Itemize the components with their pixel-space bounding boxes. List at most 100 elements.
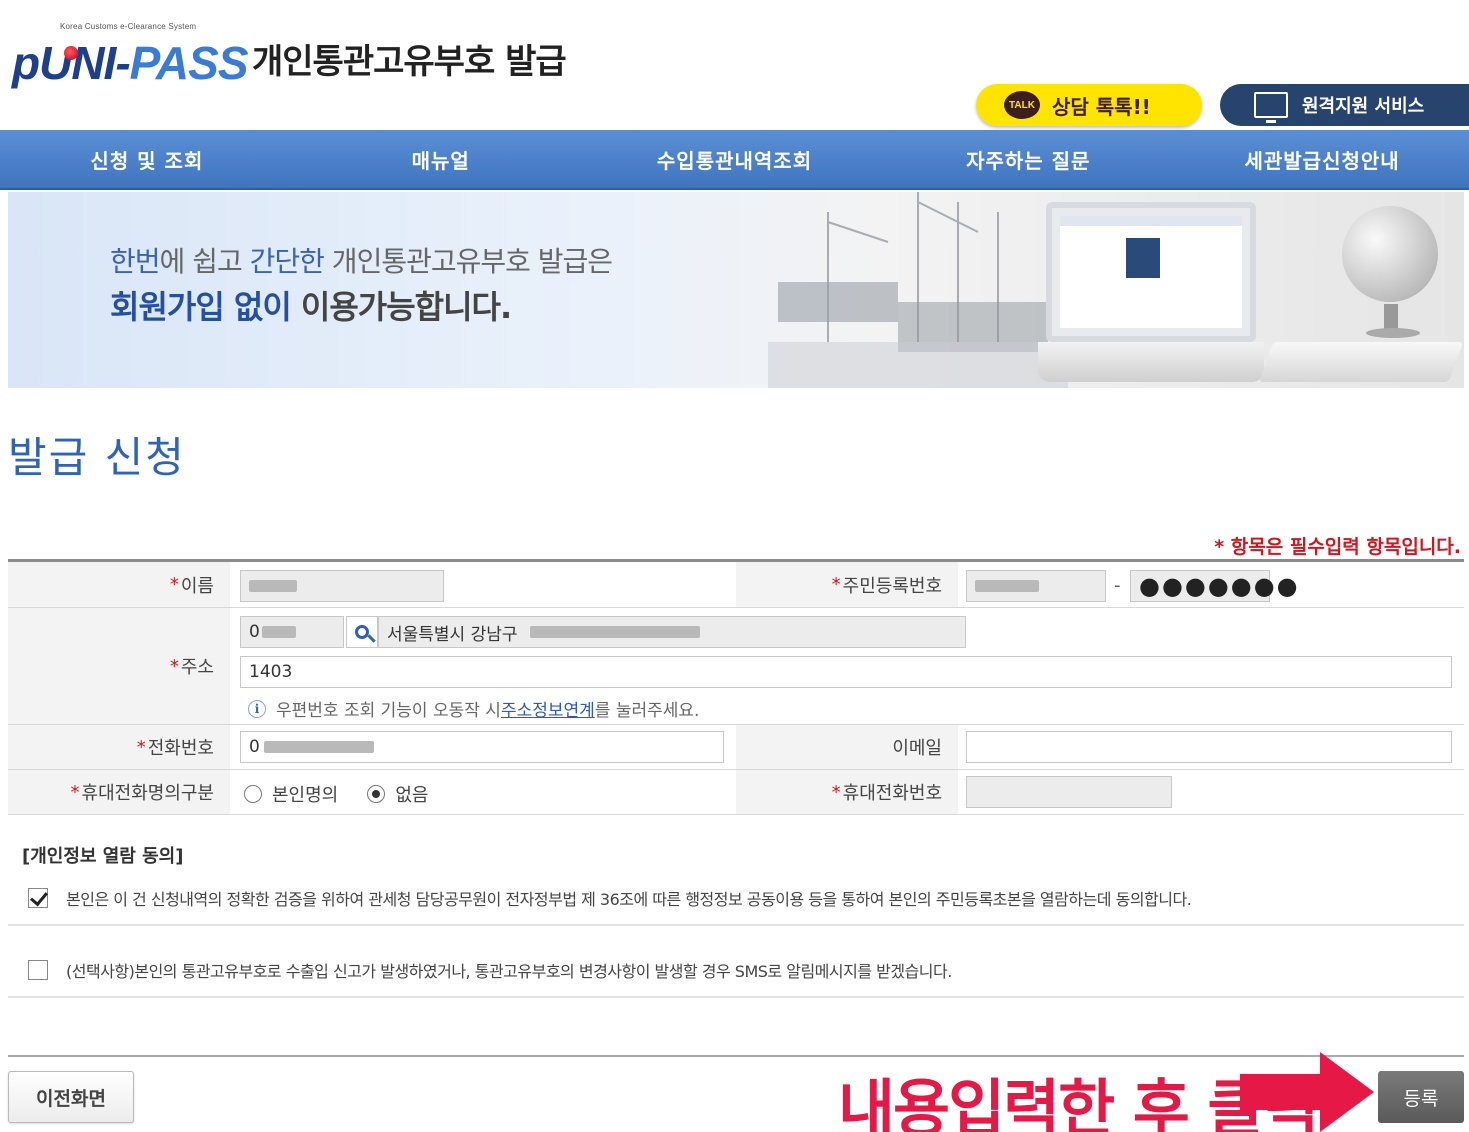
application-form: * 이름 * 주민등록번호 - ●●●●●●● * 주소 0 서울특별시 강남구 14… [8,559,1464,815]
address-label: * 주소 [8,608,230,724]
form-row-address: * 주소 0 서울특별시 강남구 1403 i 우편번호 조회 기능이 오동작 시… [8,608,1464,725]
register-button[interactable]: 등록 [1378,1071,1464,1123]
nav-item-apply[interactable]: 신청 및 조회 [0,130,294,188]
email-field[interactable] [966,731,1452,763]
port-cranes-illustration [768,192,1068,388]
rrn-dash: - [1114,575,1121,596]
required-mark: * [169,574,179,595]
consent-title: [개인정보 열람 동의] [22,846,184,867]
talk-bubble-icon: TALK [1004,91,1040,119]
zipcode-value: 0 [249,622,260,642]
required-mark: * [831,781,841,803]
nav-item-import-history[interactable]: 수입통관내역조회 [588,130,882,188]
hint-text-before: 우편번호 조회 기능이 오동작 시 [276,701,501,721]
radio-none-label: 없음 [395,785,429,806]
consent-text-2: (선택사항)본인의 통관고유부호로 수출입 신고가 발생하였거나, 통관고유부호… [66,962,952,981]
rrn-front-masked [975,580,1039,592]
name-field[interactable] [240,570,444,602]
address-base-field[interactable]: 서울특별시 강남구 [378,616,966,648]
logo-caption: Korea Customs e-Clearance System [60,22,197,31]
previous-screen-button[interactable]: 이전화면 [8,1071,134,1123]
phone-label-text: 전화번호 [147,738,214,759]
banner-text-2: 개인통관고유부호 발급은 [323,245,613,278]
zipcode-masked [261,626,296,638]
globe-icon [1342,206,1438,302]
phone-label: * 전화번호 [8,725,230,769]
arrow-right-icon [1240,1052,1374,1132]
address-detail-field[interactable]: 1403 [240,656,1452,688]
hint-text-after: 를 눌러주세요. [594,701,700,721]
zipcode-search-button[interactable] [346,616,378,648]
consent-checkbox-2[interactable] [28,960,48,980]
banner-hl-1: 한번 [110,245,161,278]
mobile-label: * 휴대전화번호 [736,770,958,814]
talk-button-label: 상담 톡톡!! [1052,94,1151,119]
consent-item-2: (선택사항)본인의 통관고유부호로 수출입 신고가 발생하였거나, 통관고유부호… [8,944,1464,998]
monitor-icon [1254,92,1288,123]
nav-item-customs-guide[interactable]: 세관발급신청안내 [1175,130,1469,188]
banner-text-3: 이용가능합니다. [290,288,512,326]
radio-none[interactable] [367,785,386,803]
address-detail-value: 1403 [249,662,293,682]
phone-masked [263,741,374,753]
address-base-masked [529,626,700,638]
radio-self[interactable] [244,785,262,803]
form-row-phone: * 전화번호 0 이메일 [8,725,1464,770]
rrn-back-value: ●●●●●●● [1139,572,1300,600]
required-mark: * [169,655,179,677]
page-title: 개인통관고유부호 발급 [252,42,567,82]
name-label: * 이름 [8,562,230,607]
banner-hl-3: 회원가입 없이 [110,288,292,326]
nav-item-faq[interactable]: 자주하는 질문 [881,130,1175,188]
rrn-back-field[interactable]: ●●●●●●● [1130,570,1298,602]
rrn-label: * 주민등록번호 [736,562,958,607]
banner-hl-2: 간단한 [249,245,325,278]
mobile-field[interactable] [966,776,1172,808]
address-base-value: 서울특별시 강남구 [387,624,518,645]
laptop-screen-bar [1060,216,1242,226]
consent-checkbox-1[interactable] [28,888,48,908]
radio-self-label: 본인명의 [272,785,339,806]
phone-field[interactable]: 0 [240,731,724,763]
laptop-screen [1060,216,1242,328]
info-icon: i [248,699,266,718]
zipcode-field[interactable]: 0 [240,616,344,648]
laptop-screen-image [1126,238,1160,278]
unipass-logo[interactable]: Korea Customs e-Clearance System pUNI-PA… [12,18,252,98]
remote-support-label: 원격지원 서비스 [1302,96,1425,117]
mobile-label-text: 휴대전화번호 [842,783,942,804]
kakao-talk-button[interactable]: TALK 상담 톡톡!! [976,84,1202,126]
remote-support-button[interactable]: 원격지원 서비스 [1220,84,1469,126]
address-label-text: 주소 [180,657,214,678]
rrn-label-text: 주민등록번호 [842,575,942,597]
required-mark: * [831,574,841,595]
email-label: 이메일 [736,725,958,769]
mobile-owner-label: * 휴대전화명의구분 [8,770,230,814]
main-nav: 신청 및 조회 매뉴얼 수입통관내역조회 자주하는 질문 세관발급신청안내 [0,130,1469,190]
form-row-name: * 이름 * 주민등록번호 - ●●●●●●● [8,562,1464,608]
nav-item-manual[interactable]: 매뉴얼 [294,130,588,188]
logo-pass: PASS [129,37,249,89]
required-mark: * [70,781,80,803]
banner-line-2: 회원가입 없이 이용가능합니다. [110,282,512,328]
section-title: 발급 신청 [8,433,186,482]
name-value-masked [249,580,297,592]
page: Korea Customs e-Clearance System pUNI-PA… [0,0,1469,1132]
globe-base [1366,328,1420,338]
logo-p: p [12,37,40,89]
phone-value: 0 [249,737,260,757]
address-link[interactable]: 주소정보연계 [501,696,595,721]
rrn-front-field[interactable] [966,570,1106,602]
laptop-keyboard [1038,342,1264,382]
zipcode-hint: i 우편번호 조회 기능이 오동작 시 주소정보연계 를 눌러주세요. [248,696,699,721]
logo-wordmark: pUNI-PASS [12,36,249,90]
banner-line-1: 한번에 쉽고 간단한 개인통관고유부호 발급은 [110,240,613,280]
mobile-owner-label-text: 휴대전화명의구분 [81,783,214,804]
mobile-owner-radio-group: 본인명의 없음 [244,781,452,807]
form-row-mobile: * 휴대전화명의구분 본인명의 없음 * 휴대전화번호 [8,770,1464,815]
consent-text-1: 본인은 이 건 신청내역의 정확한 검증을 위하여 관세청 담당공무원이 전자정… [66,890,1192,909]
laptop-illustration [1046,202,1256,342]
consent-item-1: 본인은 이 건 신청내역의 정확한 검증을 위하여 관세청 담당공무원이 전자정… [8,872,1464,926]
logo-dot-icon [64,46,78,60]
required-note: * 항목은 필수입력 항목입니다. [1214,536,1461,558]
